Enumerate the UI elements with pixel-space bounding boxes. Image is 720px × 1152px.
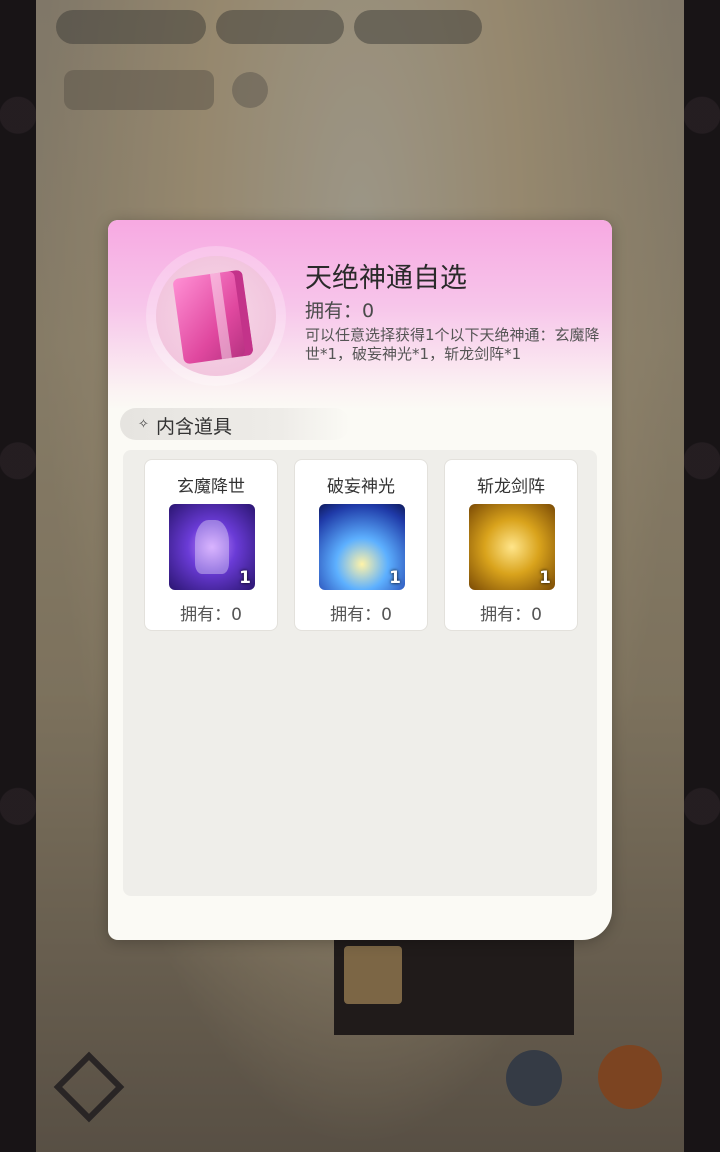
blue-light-burst-icon: 1 (319, 504, 405, 590)
gold-dragon-icon: 1 (469, 504, 555, 590)
item-description: 可以任意选择获得1个以下天绝神通：玄魔降世*1，破妄神光*1，斩龙剑阵*1 (305, 326, 600, 363)
item-book-icon (156, 256, 276, 376)
reward-owned: 拥有：0 (330, 605, 392, 625)
reward-owned: 拥有：0 (480, 605, 542, 625)
item-title: 天绝神通自选 (305, 263, 467, 294)
sparkle-icon: ✧ (138, 417, 149, 432)
item-owned-count: 拥有：0 (305, 300, 375, 322)
reward-card[interactable]: 破妄神光 1 拥有：0 (294, 459, 428, 631)
item-detail-modal: 天绝神通自选 拥有：0 可以任意选择获得1个以下天绝神通：玄魔降世*1，破妄神光… (108, 220, 612, 940)
reward-quantity: 1 (539, 568, 551, 588)
pink-book-icon (172, 269, 254, 365)
reward-quantity: 1 (239, 568, 251, 588)
reward-name: 破妄神光 (327, 477, 395, 497)
reward-card[interactable]: 斩龙剑阵 1 拥有：0 (444, 459, 578, 631)
reward-name: 斩龙剑阵 (477, 477, 545, 497)
contained-items-panel: 玄魔降世 1 拥有：0 破妄神光 1 拥有：0 斩龙剑阵 1 拥有：0 (123, 450, 597, 896)
section-header: ✧ 内含道具 (120, 408, 350, 440)
section-title: 内含道具 (156, 416, 233, 438)
reward-card[interactable]: 玄魔降世 1 拥有：0 (144, 459, 278, 631)
purple-figure-icon: 1 (169, 504, 255, 590)
reward-name: 玄魔降世 (177, 477, 245, 497)
reward-owned: 拥有：0 (180, 605, 242, 625)
reward-quantity: 1 (389, 568, 401, 588)
